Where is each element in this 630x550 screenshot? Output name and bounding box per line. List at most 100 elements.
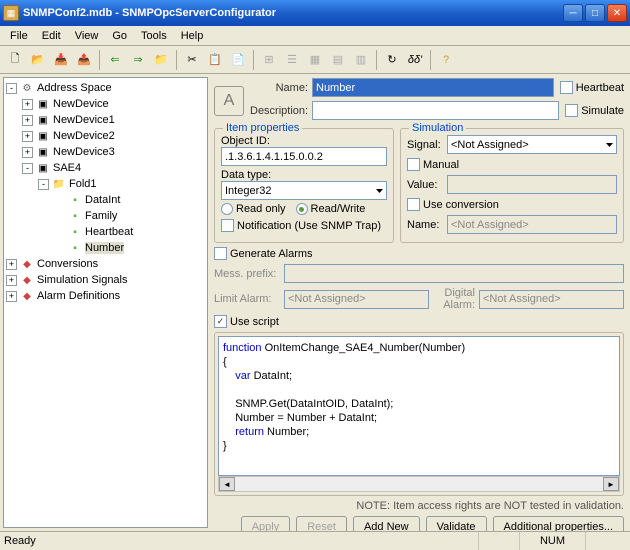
status-empty2 bbox=[585, 532, 626, 550]
useconversion-checkbox[interactable] bbox=[407, 198, 420, 211]
expand-icon[interactable]: - bbox=[6, 83, 17, 94]
name-input[interactable] bbox=[312, 78, 554, 97]
readonly-radio[interactable] bbox=[221, 203, 233, 215]
tree-item-simulation-signals[interactable]: +◆Simulation Signals bbox=[6, 272, 205, 288]
status-num: NUM bbox=[519, 532, 585, 550]
convname-label: Name: bbox=[407, 219, 447, 231]
tool2-icon[interactable]: ☰ bbox=[281, 49, 303, 71]
expand-icon[interactable]: + bbox=[22, 115, 33, 126]
item-icon: ▪ bbox=[67, 241, 83, 255]
help-icon[interactable]: ? bbox=[435, 49, 457, 71]
import-icon[interactable]: 📥 bbox=[50, 49, 72, 71]
scroll-left-icon[interactable]: ◄ bbox=[219, 477, 235, 491]
notification-checkbox[interactable] bbox=[221, 219, 234, 232]
menu-help[interactable]: Help bbox=[175, 28, 210, 44]
menu-edit[interactable]: Edit bbox=[36, 28, 67, 44]
tree-item-newdevice2[interactable]: +▣NewDevice2 bbox=[6, 128, 205, 144]
tree-item-sae4[interactable]: -▣SAE4 bbox=[6, 160, 205, 176]
expand-icon[interactable]: - bbox=[38, 179, 49, 190]
tool1-icon[interactable]: ⊞ bbox=[258, 49, 280, 71]
net-icon: ▣ bbox=[35, 161, 51, 175]
item-properties-group: Item properties Object ID: Data type: In… bbox=[214, 128, 394, 243]
limitalarm-label: Limit Alarm: bbox=[214, 293, 284, 305]
generate-alarms-checkbox[interactable] bbox=[214, 247, 227, 260]
expand-icon[interactable]: + bbox=[6, 275, 17, 286]
validate-button[interactable]: Validate bbox=[426, 516, 487, 531]
close-button[interactable]: ✕ bbox=[607, 4, 627, 22]
script-textarea[interactable]: function OnItemChange_SAE4_Number(Number… bbox=[218, 336, 620, 476]
manual-checkbox[interactable] bbox=[407, 158, 420, 171]
paste-icon[interactable]: 📄 bbox=[227, 49, 249, 71]
usescript-checkbox[interactable]: ✓ bbox=[214, 315, 227, 328]
signal-label: Signal: bbox=[407, 139, 447, 151]
reset-button[interactable]: Reset bbox=[296, 516, 347, 531]
menu-go[interactable]: Go bbox=[106, 28, 133, 44]
heartbeat-label: Heartbeat bbox=[576, 82, 624, 94]
back-icon[interactable]: ⇐ bbox=[104, 49, 126, 71]
value-input bbox=[447, 175, 617, 194]
tree-item-number[interactable]: ▪Number bbox=[6, 240, 205, 256]
new-icon[interactable]: 🗋 bbox=[4, 49, 26, 71]
additional-properties-button[interactable]: Additional properties... bbox=[493, 516, 624, 531]
expand-icon[interactable]: + bbox=[22, 99, 33, 110]
datatype-select[interactable]: Integer32 bbox=[221, 181, 387, 200]
tree-item-dataint[interactable]: ▪DataInt bbox=[6, 192, 205, 208]
app-icon: ▦ bbox=[3, 5, 19, 21]
refresh-icon[interactable]: ↻ bbox=[381, 49, 403, 71]
tree-item-newdevice1[interactable]: +▣NewDevice1 bbox=[6, 112, 205, 128]
usescript-label: Use script bbox=[230, 316, 279, 328]
apply-button[interactable]: Apply bbox=[241, 516, 291, 531]
objectid-input[interactable] bbox=[221, 147, 387, 166]
find-icon[interactable]: δδ' bbox=[404, 49, 426, 71]
readwrite-radio[interactable] bbox=[296, 203, 308, 215]
expand-icon[interactable]: + bbox=[22, 131, 33, 142]
folder-icon: 📁 bbox=[51, 177, 67, 191]
tree-label: Conversions bbox=[37, 258, 98, 270]
tree-item-newdevice3[interactable]: +▣NewDevice3 bbox=[6, 144, 205, 160]
tool5-icon[interactable]: ▥ bbox=[350, 49, 372, 71]
tree-pane[interactable]: -⚙Address Space+▣NewDevice+▣NewDevice1+▣… bbox=[3, 77, 208, 528]
menu-file[interactable]: File bbox=[4, 28, 34, 44]
status-ready: Ready bbox=[4, 535, 478, 547]
forward-icon[interactable]: ⇒ bbox=[127, 49, 149, 71]
description-input[interactable] bbox=[312, 101, 559, 120]
tree-item-address-space[interactable]: -⚙Address Space bbox=[6, 80, 205, 96]
tree-label: NewDevice3 bbox=[53, 146, 115, 158]
status-empty1 bbox=[478, 532, 519, 550]
expand-icon[interactable]: - bbox=[22, 163, 33, 174]
expand-icon[interactable]: + bbox=[22, 147, 33, 158]
simulate-checkbox[interactable] bbox=[565, 104, 578, 117]
cut-icon[interactable]: ✂ bbox=[181, 49, 203, 71]
generate-alarms-label: Generate Alarms bbox=[230, 248, 313, 260]
up-icon[interactable]: 📁 bbox=[150, 49, 172, 71]
titlebar: ▦ SNMPConf2.mdb - SNMPOpcServerConfigura… bbox=[0, 0, 630, 26]
tree-item-alarm-definitions[interactable]: +◆Alarm Definitions bbox=[6, 288, 205, 304]
signal-select[interactable]: <Not Assigned> bbox=[447, 135, 617, 154]
tree-item-newdevice[interactable]: +▣NewDevice bbox=[6, 96, 205, 112]
export-icon[interactable]: 📤 bbox=[73, 49, 95, 71]
expand-icon[interactable]: + bbox=[6, 259, 17, 270]
menu-tools[interactable]: Tools bbox=[135, 28, 173, 44]
tree-item-family[interactable]: ▪Family bbox=[6, 208, 205, 224]
tree-item-heartbeat[interactable]: ▪Heartbeat bbox=[6, 224, 205, 240]
statusbar: Ready NUM bbox=[0, 531, 630, 550]
menu-view[interactable]: View bbox=[69, 28, 105, 44]
scroll-right-icon[interactable]: ► bbox=[603, 477, 619, 491]
item2-icon: ◆ bbox=[19, 273, 35, 287]
toolbar: 🗋 📂 📥 📤 ⇐ ⇒ 📁 ✂ 📋 📄 ⊞ ☰ ▦ ▤ ▥ ↻ δδ' ? bbox=[0, 46, 630, 74]
expand-icon[interactable]: + bbox=[6, 291, 17, 302]
heartbeat-checkbox[interactable] bbox=[560, 81, 573, 94]
copy-icon[interactable]: 📋 bbox=[204, 49, 226, 71]
tool4-icon[interactable]: ▤ bbox=[327, 49, 349, 71]
tree-item-fold1[interactable]: -📁Fold1 bbox=[6, 176, 205, 192]
maximize-button[interactable]: □ bbox=[585, 4, 605, 22]
open-icon[interactable]: 📂 bbox=[27, 49, 49, 71]
script-hscroll[interactable]: ◄ ► bbox=[218, 476, 620, 492]
item-icon: ▪ bbox=[67, 225, 83, 239]
addnew-button[interactable]: Add New bbox=[353, 516, 420, 531]
tool3-icon[interactable]: ▦ bbox=[304, 49, 326, 71]
digitalalarm-select: <Not Assigned> bbox=[479, 290, 624, 309]
minimize-button[interactable]: ─ bbox=[563, 4, 583, 22]
tree-item-conversions[interactable]: +◆Conversions bbox=[6, 256, 205, 272]
item-properties-legend: Item properties bbox=[223, 122, 302, 134]
